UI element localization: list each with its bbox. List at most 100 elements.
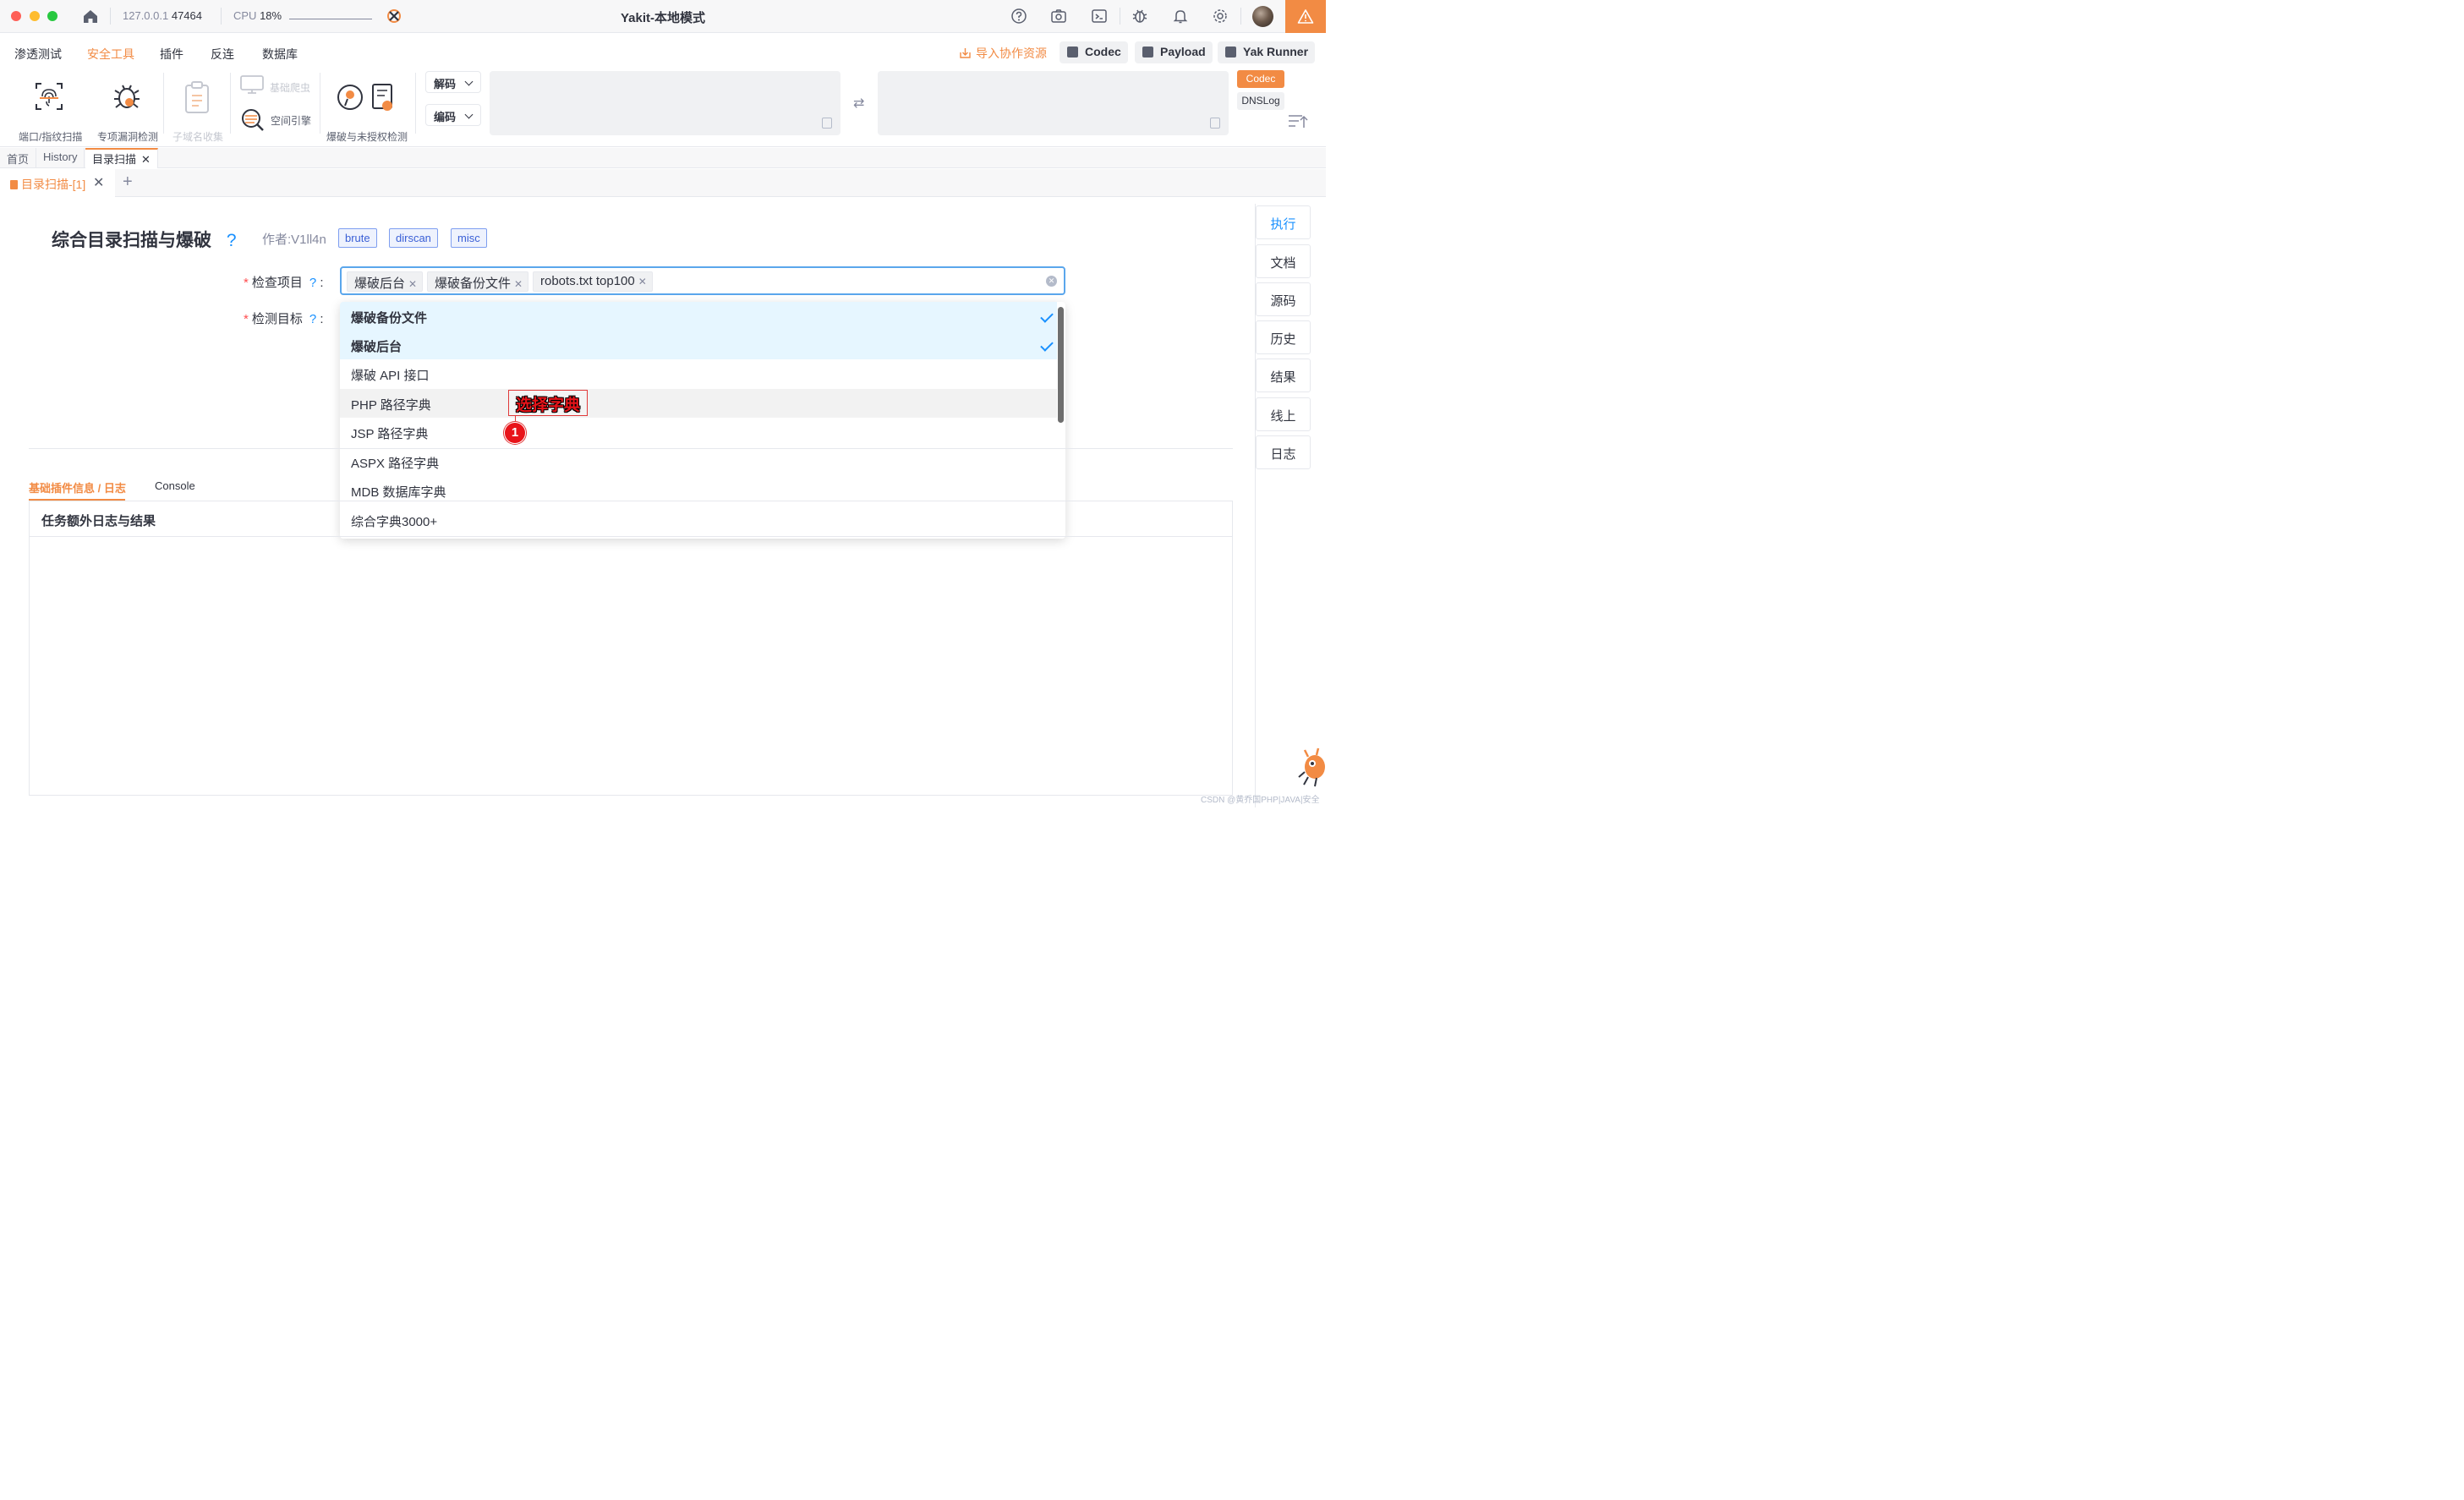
vuln-check-tool[interactable]: 专项漏洞检测: [96, 78, 158, 143]
help-icon[interactable]: [1010, 8, 1027, 25]
field-target-label: * 检测目标? :: [244, 312, 324, 326]
selected-chip: robots.txt top100 ✕: [533, 271, 653, 292]
option-label: PHP 路径字典: [351, 398, 431, 413]
add-tab-button[interactable]: +: [123, 172, 133, 192]
menu-plugins[interactable]: 插件: [160, 46, 183, 63]
sub-tabs: 目录扫描-[1] ✕ +: [0, 169, 1326, 197]
action-history[interactable]: 历史: [1256, 320, 1311, 354]
option-label: MDB 数据库字典: [351, 485, 446, 500]
warning-button[interactable]: [1285, 0, 1326, 33]
clear-icon[interactable]: ✕: [1046, 276, 1057, 287]
option-label: JSP 路径字典: [351, 427, 429, 441]
dropdown-option[interactable]: 爆破备份文件: [340, 302, 1057, 331]
bug-scan-icon: [114, 85, 140, 108]
tab-history[interactable]: History: [36, 148, 85, 168]
subdomain-tool[interactable]: 子域名收集: [169, 78, 225, 143]
close-icon[interactable]: ✕: [93, 174, 104, 191]
close-icon[interactable]: ✕: [141, 153, 151, 166]
plugin-author: 作者:V1ll4n: [262, 233, 326, 247]
codec-input-area[interactable]: [490, 71, 840, 135]
help-icon[interactable]: ?: [309, 312, 316, 326]
tag-misc: misc: [451, 228, 487, 248]
plugin-title-text: 综合目录扫描与爆破: [52, 231, 211, 250]
codec-mini-tab[interactable]: Codec: [1237, 70, 1284, 88]
space-engine-tool[interactable]: 空间引擎: [239, 107, 315, 132]
copy-icon[interactable]: [1210, 118, 1220, 129]
check-icon: [1040, 309, 1054, 323]
import-resources-label: 导入协作资源: [976, 47, 1047, 60]
tab-home-label: 首页: [7, 153, 30, 166]
search-engine-icon: [242, 109, 264, 131]
app-title: Yakit-本地模式: [620, 11, 706, 25]
help-icon[interactable]: ?: [227, 231, 237, 250]
divider: [163, 73, 164, 134]
dropdown-option[interactable]: JSP 路径字典: [340, 418, 1057, 446]
action-online[interactable]: 线上: [1256, 397, 1311, 431]
field1-label-text: 检查项目: [251, 276, 303, 290]
chip-label: robots.txt top100: [540, 274, 635, 288]
sort-icon[interactable]: [1287, 112, 1309, 130]
codec-button[interactable]: Codec: [1060, 41, 1128, 63]
log-panel-title: 任务额外日志与结果: [30, 501, 1232, 537]
dropdown-option[interactable]: 爆破后台: [340, 331, 1057, 359]
title-bar: 127.0.0.1 47464 CPU 18% Yakit-本地模式: [0, 0, 1326, 33]
annotation-label: 选择字典: [508, 390, 588, 416]
payload-icon: [1142, 47, 1153, 57]
remove-chip-icon[interactable]: ✕: [638, 276, 647, 287]
subtab-label: 目录扫描-[1]: [21, 178, 86, 191]
terminal-icon[interactable]: [1091, 8, 1108, 25]
import-resources-button[interactable]: 导入协作资源: [959, 45, 1047, 62]
codec-output-area[interactable]: [878, 71, 1229, 135]
port-scan-tool[interactable]: 端口/指纹扫描: [17, 78, 85, 143]
tab-home[interactable]: 首页: [0, 148, 37, 168]
action-results[interactable]: 结果: [1256, 359, 1311, 392]
crawler-tool[interactable]: 基础爬虫: [239, 74, 315, 96]
encode-label: 编码: [434, 111, 457, 123]
bug-icon[interactable]: [1131, 8, 1148, 25]
divider: [29, 448, 1233, 449]
bell-icon[interactable]: [1172, 8, 1189, 25]
action-source[interactable]: 源码: [1256, 282, 1311, 316]
brute-label: 爆破与未授权检测: [326, 131, 408, 143]
dropdown-option[interactable]: PHP 路径字典: [340, 389, 1057, 418]
space-engine-label: 空间引擎: [271, 115, 312, 127]
action-execute[interactable]: 执行: [1256, 205, 1311, 239]
menu-pentest[interactable]: 渗透测试: [14, 46, 62, 63]
log-panel: 任务额外日志与结果: [29, 501, 1233, 796]
check-items-select[interactable]: 爆破后台 ✕ 爆破备份文件 ✕ robots.txt top100 ✕ ✕: [340, 266, 1065, 295]
tag-dirscan: dirscan: [389, 228, 438, 248]
dropdown-option[interactable]: 爆破 API 接口: [340, 359, 1057, 388]
dropdown-scrollbar[interactable]: [1058, 307, 1064, 423]
dnslog-mini-tab[interactable]: DNSLog: [1237, 92, 1284, 110]
avatar[interactable]: [1252, 6, 1273, 27]
encode-dropdown[interactable]: 编码: [425, 104, 481, 126]
brute-tool[interactable]: 爆破与未授权检测: [325, 78, 408, 143]
option-label: ASPX 路径字典: [351, 457, 440, 471]
menu-reverse[interactable]: 反连: [211, 46, 234, 63]
dropdown-option[interactable]: ASPX 路径字典: [340, 447, 1057, 476]
payload-button[interactable]: Payload: [1135, 41, 1213, 63]
swap-icon[interactable]: ⇄: [853, 95, 864, 112]
copy-icon[interactable]: [822, 118, 832, 129]
tab-plugin-log[interactable]: 基础插件信息 / 日志: [29, 479, 126, 495]
tab-dir-scan[interactable]: 目录扫描 ✕: [85, 148, 158, 168]
codec-icon: [1067, 47, 1078, 57]
tool-ribbon: 端口/指纹扫描 专项漏洞检测 子域名收集 基础爬虫 空间引擎 爆破与未授权检测 …: [0, 69, 1326, 147]
yak-runner-button[interactable]: Yak Runner: [1218, 41, 1316, 63]
divider: [415, 73, 416, 134]
mascot-icon[interactable]: [1296, 747, 1326, 789]
subtab-dir-scan-1[interactable]: 目录扫描-[1] ✕: [0, 169, 115, 197]
menu-database[interactable]: 数据库: [262, 46, 298, 63]
remove-chip-icon[interactable]: ✕: [514, 278, 523, 290]
action-log[interactable]: 日志: [1256, 435, 1311, 469]
decode-dropdown[interactable]: 解码: [425, 71, 481, 93]
gear-icon[interactable]: [1212, 8, 1229, 25]
camera-icon[interactable]: [1050, 8, 1067, 25]
menu-security-tools[interactable]: 安全工具: [87, 46, 134, 63]
yak-runner-label: Yak Runner: [1243, 45, 1309, 58]
help-icon[interactable]: ?: [309, 276, 316, 290]
selected-chip: 爆破备份文件 ✕: [427, 271, 529, 292]
action-docs[interactable]: 文档: [1256, 244, 1311, 278]
remove-chip-icon[interactable]: ✕: [408, 278, 417, 290]
tab-console[interactable]: Console: [155, 479, 195, 492]
